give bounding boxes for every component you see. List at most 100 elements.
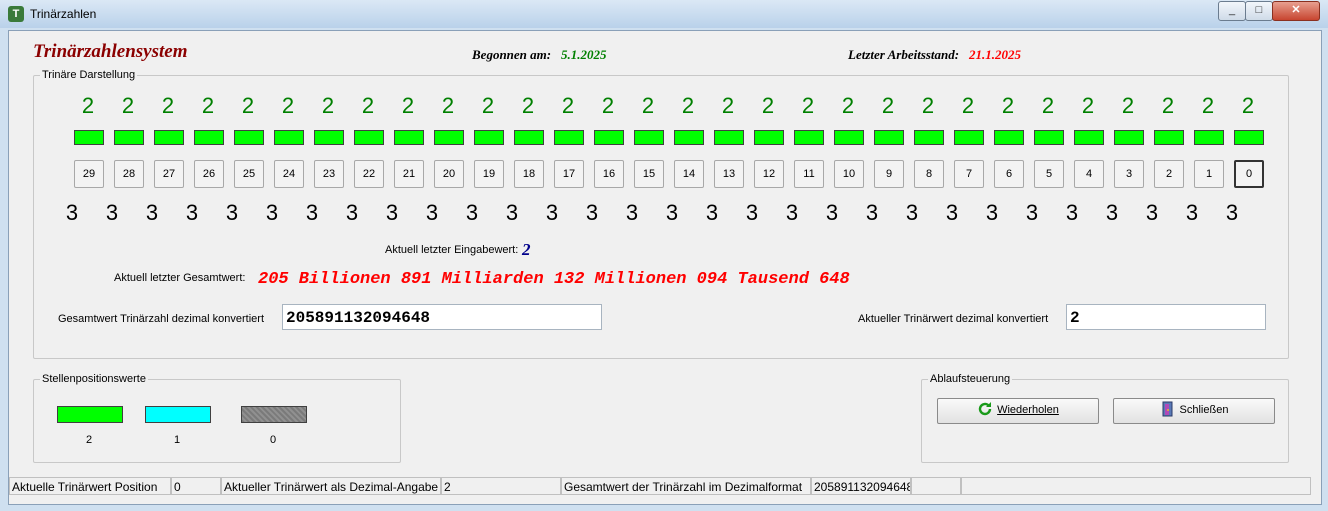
- position-button-8[interactable]: 8: [914, 160, 944, 188]
- position-button-9[interactable]: 9: [874, 160, 904, 188]
- position-led-indicator: [714, 130, 744, 145]
- base-digit-label: 3: [825, 200, 839, 225]
- repeat-button[interactable]: Wiederholen: [937, 398, 1099, 424]
- position-button-6[interactable]: 6: [994, 160, 1024, 188]
- last-work-label: Letzter Arbeitsstand:: [848, 47, 960, 62]
- position-led-indicator: [594, 130, 624, 145]
- base-digit-label: 3: [1065, 200, 1079, 225]
- position-button-25[interactable]: 25: [234, 160, 264, 188]
- trinary-digit-value: 2: [961, 93, 975, 118]
- position-button-27[interactable]: 27: [154, 160, 184, 188]
- close-window-button[interactable]: ✕: [1272, 1, 1320, 21]
- trinary-digit-value: 2: [521, 93, 535, 118]
- base-digit-label: 3: [345, 200, 359, 225]
- trinary-digit-value: 2: [361, 93, 375, 118]
- position-button-12[interactable]: 12: [754, 160, 784, 188]
- position-led-indicator: [994, 130, 1024, 145]
- base-digit-label: 3: [1145, 200, 1159, 225]
- trinary-digit-value: 2: [121, 93, 135, 118]
- base-digit-label: 3: [985, 200, 999, 225]
- base-digit-label: 3: [785, 200, 799, 225]
- position-led-indicator: [674, 130, 704, 145]
- swatch-two: [57, 406, 123, 423]
- position-button-2[interactable]: 2: [1154, 160, 1184, 188]
- position-led-indicator: [354, 130, 384, 145]
- base-digit-label: 3: [705, 200, 719, 225]
- base-digit-label: 3: [185, 200, 199, 225]
- position-button-10[interactable]: 10: [834, 160, 864, 188]
- position-button-16[interactable]: 16: [594, 160, 624, 188]
- position-led-indicator: [154, 130, 184, 145]
- position-button-23[interactable]: 23: [314, 160, 344, 188]
- position-button-20[interactable]: 20: [434, 160, 464, 188]
- trinary-digit-value: 2: [801, 93, 815, 118]
- position-button-0[interactable]: 0: [1234, 160, 1264, 188]
- base-digit-label: 3: [865, 200, 879, 225]
- trinary-digit-value: 2: [81, 93, 95, 118]
- position-button-11[interactable]: 11: [794, 160, 824, 188]
- trinary-digit-value: 2: [321, 93, 335, 118]
- trinary-digit-value: 2: [201, 93, 215, 118]
- position-button-28[interactable]: 28: [114, 160, 144, 188]
- base-digit-label: 3: [425, 200, 439, 225]
- maximize-button[interactable]: □: [1245, 1, 1273, 21]
- trinary-digit-value: 2: [601, 93, 615, 118]
- position-led-indicator: [1074, 130, 1104, 145]
- base-digit-label: 3: [745, 200, 759, 225]
- position-led-indicator: [234, 130, 264, 145]
- position-button-7[interactable]: 7: [954, 160, 984, 188]
- position-button-15[interactable]: 15: [634, 160, 664, 188]
- close-app-button[interactable]: Schließen: [1113, 398, 1275, 424]
- trinary-digit-value: 2: [441, 93, 455, 118]
- trinary-digit-value: 2: [761, 93, 775, 118]
- position-led-indicator: [434, 130, 464, 145]
- minimize-button[interactable]: _: [1218, 1, 1246, 21]
- decimal-total-field[interactable]: 205891132094648: [282, 304, 602, 330]
- position-button-18[interactable]: 18: [514, 160, 544, 188]
- trinary-digit-value: 2: [881, 93, 895, 118]
- trinary-digit-value: 2: [1081, 93, 1095, 118]
- decimal-current-label: Aktueller Trinärwert dezimal konvertiert: [858, 313, 1049, 325]
- decimal-current-field[interactable]: 2: [1066, 304, 1266, 330]
- swatch-label-two: 2: [85, 434, 93, 446]
- trinary-digit-value: 2: [1121, 93, 1135, 118]
- base-digit-label: 3: [465, 200, 479, 225]
- position-led-indicator: [554, 130, 584, 145]
- position-led-indicator: [754, 130, 784, 145]
- decimal-total-label: Gesamtwert Trinärzahl dezimal konvertier…: [58, 313, 265, 325]
- position-button-29[interactable]: 29: [74, 160, 104, 188]
- trinary-digit-value: 2: [481, 93, 495, 118]
- position-values-group: Stellenpositionswerte 2 1 0: [33, 373, 401, 463]
- position-button-4[interactable]: 4: [1074, 160, 1104, 188]
- position-button-3[interactable]: 3: [1114, 160, 1144, 188]
- position-button-19[interactable]: 19: [474, 160, 504, 188]
- position-led-indicator: [74, 130, 104, 145]
- trinary-digit-value: 2: [1041, 93, 1055, 118]
- status-empty-panel-1: [911, 477, 961, 495]
- position-button-26[interactable]: 26: [194, 160, 224, 188]
- position-button-21[interactable]: 21: [394, 160, 424, 188]
- base-digit-label: 3: [1025, 200, 1039, 225]
- position-led-indicator: [114, 130, 144, 145]
- position-button-5[interactable]: 5: [1034, 160, 1064, 188]
- position-led-indicator: [954, 130, 984, 145]
- position-button-17[interactable]: 17: [554, 160, 584, 188]
- title-bar[interactable]: T Trinärzahlen _ □ ✕: [0, 0, 1328, 28]
- position-button-22[interactable]: 22: [354, 160, 384, 188]
- trinary-digit-value: 2: [641, 93, 655, 118]
- position-button-24[interactable]: 24: [274, 160, 304, 188]
- swatch-label-one: 1: [173, 434, 181, 446]
- position-led-indicator: [274, 130, 304, 145]
- position-led-indicator: [394, 130, 424, 145]
- position-button-1[interactable]: 1: [1194, 160, 1224, 188]
- position-button-14[interactable]: 14: [674, 160, 704, 188]
- swatch-label-zero: 0: [269, 434, 277, 446]
- exit-door-icon: [1162, 401, 1173, 417]
- trinary-digit-value: 2: [841, 93, 855, 118]
- last-work-date: 21.1.2025: [969, 47, 1021, 62]
- client-area: Trinärzahlensystem Begonnen am: 5.1.2025…: [8, 30, 1322, 505]
- status-bar: Aktuelle Trinärwert Position 0 Aktueller…: [9, 477, 1321, 497]
- trinary-digit-value: 2: [921, 93, 935, 118]
- total-value-label: Aktuell letzter Gesamtwert:: [114, 272, 246, 284]
- position-button-13[interactable]: 13: [714, 160, 744, 188]
